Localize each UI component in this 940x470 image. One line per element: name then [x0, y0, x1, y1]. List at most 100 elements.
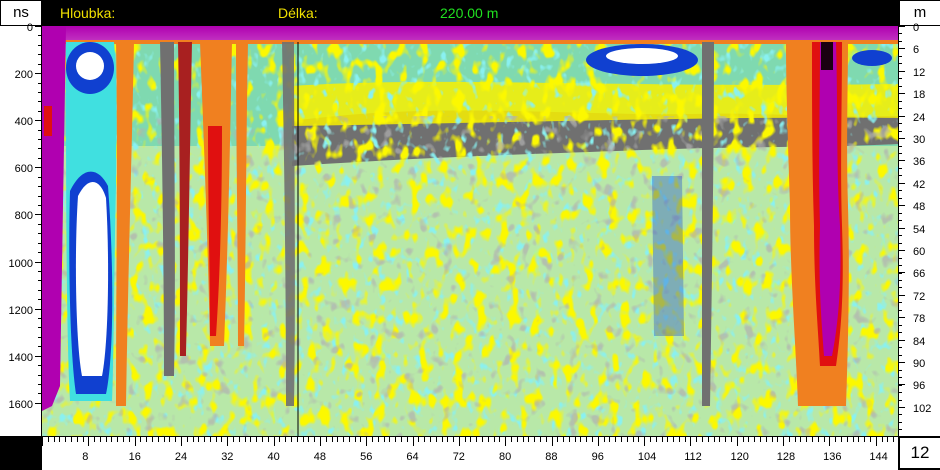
distance-tick: [348, 437, 350, 442]
distance-tick: [453, 437, 455, 442]
distance-tick: [424, 437, 426, 442]
distance-tick: [169, 437, 171, 442]
distance-tick: [869, 437, 871, 442]
time-minor-tick: [38, 110, 41, 112]
depth-minor-tick: [899, 48, 902, 50]
depth-tick-label: 0: [913, 22, 920, 34]
depth-minor-tick: [899, 399, 902, 401]
radar-viewer-window: ns m Hloubka: Délka: 220.00 m 0 200 400 600…: [0, 0, 940, 470]
distance-tick: [603, 437, 605, 442]
distance-tick: [754, 437, 756, 442]
distance-tick: [360, 437, 362, 442]
depth-minor-tick: [899, 175, 902, 177]
depth-minor-tick: [899, 182, 902, 184]
scale-indicator[interactable]: 12: [899, 437, 940, 469]
distance-tick: [707, 437, 709, 442]
depth-tick-label: 102: [913, 402, 932, 415]
distance-tick: [105, 437, 107, 442]
time-minor-tick: [38, 73, 41, 75]
distance-tick-label: 56: [360, 451, 373, 463]
depth-minor-tick: [899, 227, 902, 229]
distance-tick: [325, 437, 327, 442]
distance-tick: [296, 437, 298, 442]
distance-tick: [609, 437, 611, 442]
depth-minor-tick: [899, 354, 902, 356]
distance-tick: [881, 437, 883, 442]
depth-minor-tick: [899, 33, 902, 35]
distance-tick-label: 80: [499, 451, 512, 463]
distance-tick: [302, 437, 304, 442]
distance-tick: [435, 437, 437, 442]
distance-tick: [123, 437, 125, 442]
depth-minor-tick: [899, 100, 902, 102]
depth-minor-tick: [899, 392, 902, 394]
radargram-canvas[interactable]: [42, 26, 898, 436]
depth-minor-tick: [899, 339, 902, 341]
distance-tick: [238, 437, 240, 442]
depth-tick-label: 84: [913, 335, 926, 348]
distance-tick: [59, 437, 61, 442]
distance-tick: [186, 437, 188, 442]
depth-tick-label: 66: [913, 268, 926, 281]
time-minor-tick: [38, 139, 41, 141]
distance-tick: [852, 437, 854, 442]
time-tick-label: 1200: [8, 304, 33, 317]
depth-minor-tick: [899, 362, 902, 364]
depth-minor-tick: [899, 63, 902, 65]
depth-tick-label: 6: [913, 44, 920, 57]
distance-tick-label: 120: [730, 451, 749, 463]
time-minor-tick: [38, 327, 41, 329]
time-minor-tick: [38, 280, 41, 282]
time-minor-tick: [38, 26, 41, 27]
distance-tick: [759, 437, 761, 442]
depth-tick-label: 18: [913, 89, 926, 102]
time-minor-tick: [38, 101, 41, 103]
distance-tick: [331, 437, 333, 442]
depth-minor-tick: [899, 257, 902, 259]
depth-minor-tick: [899, 250, 902, 252]
distance-tick: [82, 437, 84, 442]
distance-tick: [94, 437, 96, 442]
time-minor-tick: [38, 120, 41, 122]
distance-tick: [70, 437, 72, 442]
distance-tick: [783, 437, 785, 446]
distance-tick: [146, 437, 148, 442]
distance-tick: [765, 437, 767, 442]
distance-tick-label: 32: [221, 451, 234, 463]
distance-tick: [395, 437, 397, 442]
depth-tick-label: 36: [913, 156, 926, 169]
time-axis: 0 200 400 600 800 1000 1200 1400 1600: [0, 22, 42, 436]
depth-tick-label: 12: [913, 66, 926, 79]
distance-tick: [128, 437, 130, 442]
distance-tick: [377, 437, 379, 442]
distance-tick: [215, 437, 217, 442]
distance-tick: [817, 437, 819, 442]
time-minor-tick: [38, 214, 41, 216]
time-unit-label: ns: [0, 0, 42, 26]
time-minor-tick: [38, 252, 41, 254]
distance-tick: [684, 437, 686, 442]
distance-tick: [290, 437, 292, 442]
distance-tick: [551, 437, 553, 446]
distance-tick: [134, 437, 136, 446]
time-minor-tick: [38, 204, 41, 206]
distance-tick: [661, 437, 663, 442]
depth-minor-tick: [899, 347, 902, 349]
distance-tick: [429, 437, 431, 442]
distance-tick: [354, 437, 356, 442]
distance-tick: [383, 437, 385, 442]
time-minor-tick: [38, 54, 41, 56]
distance-tick: [447, 437, 449, 442]
distance-tick: [771, 437, 773, 442]
surface-band: [42, 26, 898, 40]
distance-tick: [638, 437, 640, 442]
distance-tick: [626, 437, 628, 442]
time-minor-tick: [38, 148, 41, 150]
distance-tick: [632, 437, 634, 442]
distance-tick: [742, 437, 744, 442]
distance-tick: [615, 437, 617, 442]
distance-tick: [887, 437, 889, 442]
distance-tick: [487, 437, 489, 442]
distance-tick: [175, 437, 177, 442]
distance-tick: [812, 437, 814, 442]
